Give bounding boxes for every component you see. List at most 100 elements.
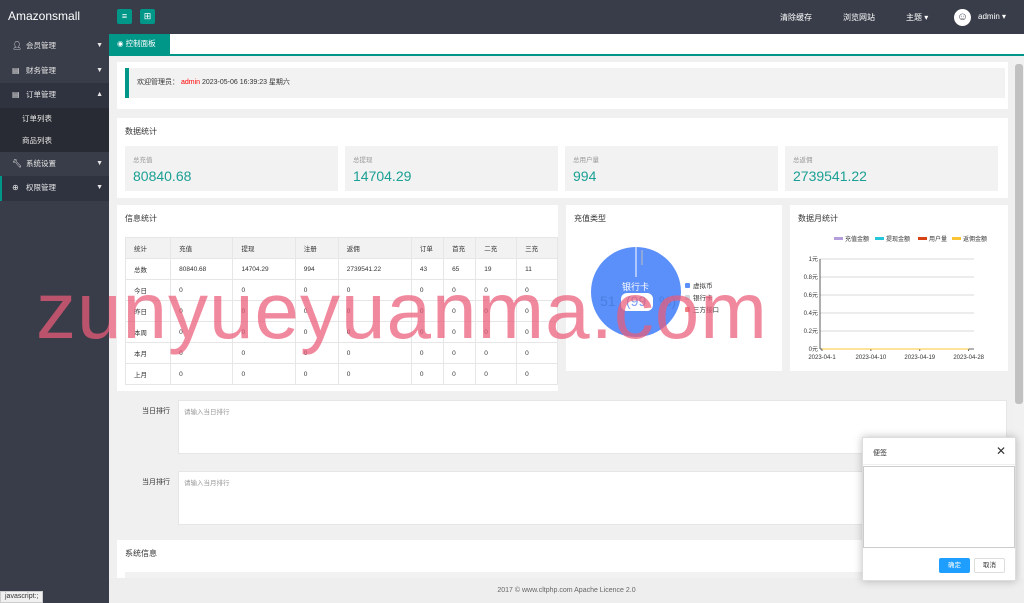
table-cell: 0: [232, 321, 296, 343]
x-tick-label: 2023-04-19: [904, 355, 935, 361]
stat-value: 994: [573, 168, 597, 184]
table-header-cell: 返佣: [337, 237, 412, 259]
table-cell: 0: [232, 363, 296, 385]
legend-label[interactable]: 虚拟币: [693, 281, 713, 290]
table-header-cell: 提现: [232, 237, 296, 259]
table-row: 总数 80840.68 14704.29 994 2739541.22 43 65 19 11: [124, 258, 558, 280]
table-cell: 65: [443, 258, 477, 280]
table-cell: 43: [410, 258, 445, 280]
table-cell: 0: [170, 363, 234, 385]
legend-swatch: [685, 283, 690, 288]
table-cell: 0: [410, 279, 445, 301]
table-cell: 0: [475, 279, 518, 301]
x-tick-label: 2023-04-10: [856, 355, 887, 361]
table-cell: 0: [337, 300, 412, 322]
table-cell: 0: [410, 363, 445, 385]
caret-down-icon: ▾: [1002, 12, 1007, 21]
card-title: 信息统计: [125, 214, 157, 223]
info-stats-card: 信息统计 统计 充值 提现 注册 返佣 订单 首充 二充 三充 总数 80840.68 14704.2…: [117, 205, 558, 391]
sidebar-item-settings[interactable]: 🔧︎ 系统设置 ▼: [0, 152, 109, 177]
legend-label[interactable]: 银行卡: [693, 293, 713, 302]
table-cell: 0: [337, 342, 412, 364]
clear-cache-link[interactable]: 清除缓存: [780, 12, 812, 23]
table-cell: 0: [232, 279, 296, 301]
cancel-button[interactable]: 取消: [974, 558, 1005, 573]
list-icon: ≡: [121, 11, 128, 21]
table-cell: 0: [443, 300, 477, 322]
x-tick-label: 2023-04-1: [808, 355, 836, 361]
caret-down-icon: ▼: [96, 159, 103, 167]
sidebar-subitem-order-list[interactable]: 订单列表: [0, 107, 109, 130]
table-cell: 2739541.22: [337, 258, 412, 280]
table-cell: 0: [475, 342, 518, 364]
stat-total-users: 总用户量 994: [565, 146, 778, 191]
confirm-button[interactable]: 确定: [939, 558, 970, 573]
footer: 2017 © www.cltphp.com Apache Licence 2.0: [109, 578, 1024, 603]
legend-label[interactable]: 充值金额: [845, 235, 869, 243]
y-tick-label: 1元: [809, 256, 818, 263]
card-title: 系统信息: [125, 549, 157, 558]
theme-menu[interactable]: 主题 ▾: [906, 12, 928, 23]
welcome-prefix: 欢迎管理员：: [137, 79, 179, 86]
monthly-stats-card: 数据月统计 充值金额 提现金额 用户量 返佣金额 0元 0.2元 0.4元 0.6元 0.8元 1…: [790, 205, 1008, 371]
stat-total-withdraw: 总提现 14704.29: [345, 146, 558, 191]
sidebar-item-finance[interactable]: ▤ 财务管理 ▼: [0, 59, 109, 84]
scrollbar-thumb[interactable]: [1015, 64, 1023, 404]
user-menu[interactable]: admin ▾: [978, 12, 1006, 21]
user-icon: 👤︎: [12, 41, 23, 50]
menu-toggle-button[interactable]: ≡: [117, 9, 132, 24]
table-cell: 0: [410, 342, 445, 364]
pie-center-value: (99: [626, 293, 646, 309]
today-rank-placeholder: 请输入当日排行: [184, 409, 230, 416]
sidebar-item-permissions[interactable]: ⊕ 权限管理 ▼: [0, 176, 109, 201]
table-cell: 994: [294, 258, 339, 280]
legend-swatch: [685, 295, 690, 300]
close-icon[interactable]: ✕: [996, 444, 1006, 458]
sidebar-item-orders[interactable]: ▤ 订单管理 ▲: [0, 83, 109, 108]
globe-icon: ◉: [117, 39, 124, 48]
table-cell: 0: [294, 321, 339, 343]
y-tick-label: 0.4元: [804, 310, 818, 317]
welcome-banner: 欢迎管理员： admin 2023-05-06 16:39:23 星期六: [125, 68, 1005, 98]
table-cell: 0: [170, 300, 234, 322]
table-cell: 19: [475, 258, 518, 280]
legend-label[interactable]: 返佣金额: [963, 235, 987, 243]
sidebar-item-label: 权限管理: [26, 183, 56, 192]
note-textarea[interactable]: [863, 466, 1015, 548]
sidebar-item-members[interactable]: 👤︎ 会员管理 ▼: [0, 34, 109, 59]
table-row: 上月 0 0 0 0 0 0 0 0: [124, 363, 558, 385]
stat-total-commission: 总返佣 2739541.22: [785, 146, 998, 191]
welcome-user: admin: [180, 79, 201, 86]
top-bar: Amazonsmall ≡ ⊞ 清除缓存 浏览网站 主题 ▾ ☺ admin ▾: [0, 0, 1024, 34]
browse-site-link[interactable]: 浏览网站: [843, 12, 875, 23]
table-cell: 11: [516, 258, 558, 280]
database-icon: ▤: [12, 65, 20, 75]
app-logo: Amazonsmall: [8, 9, 81, 23]
table-cell: 0: [294, 363, 339, 385]
dialog-title: 便签: [873, 450, 887, 457]
tab-dashboard[interactable]: ◉ 控制面板: [109, 34, 170, 54]
sidebar: 👤︎ 会员管理 ▼ ▤ 财务管理 ▼ ▤ 订单管理 ▲ 订单列表 商品列表 🔧︎…: [0, 34, 109, 603]
grid-toggle-button[interactable]: ⊞: [140, 9, 155, 24]
caret-up-icon: ▲: [96, 91, 103, 98]
stat-label: 总用户量: [573, 157, 599, 164]
sidebar-subitem-product-list[interactable]: 商品列表: [0, 129, 109, 152]
legend-swatch: [918, 237, 927, 240]
stat-value: 14704.29: [353, 168, 412, 184]
legend-swatch: [834, 237, 843, 240]
legend-label[interactable]: 三方接口: [693, 305, 719, 314]
table-header-cell: 三充: [516, 237, 558, 259]
table-cell: 0: [443, 342, 477, 364]
table-cell: 0: [170, 321, 234, 343]
table-cell: 0: [475, 363, 518, 385]
table-cell: 0: [232, 300, 296, 322]
legend-label[interactable]: 用户量: [929, 235, 947, 243]
pie-right-fragment: %): [659, 293, 676, 309]
avatar[interactable]: ☺: [954, 9, 971, 26]
legend-label[interactable]: 提现金额: [886, 235, 910, 243]
legend-swatch: [952, 237, 961, 240]
table-cell: 0: [475, 321, 518, 343]
sidebar-item-label: 财务管理: [26, 65, 56, 75]
table-row: 今日 0 0 0 0 0 0 0 0: [124, 279, 558, 301]
table-cell: 14704.29: [232, 258, 296, 280]
